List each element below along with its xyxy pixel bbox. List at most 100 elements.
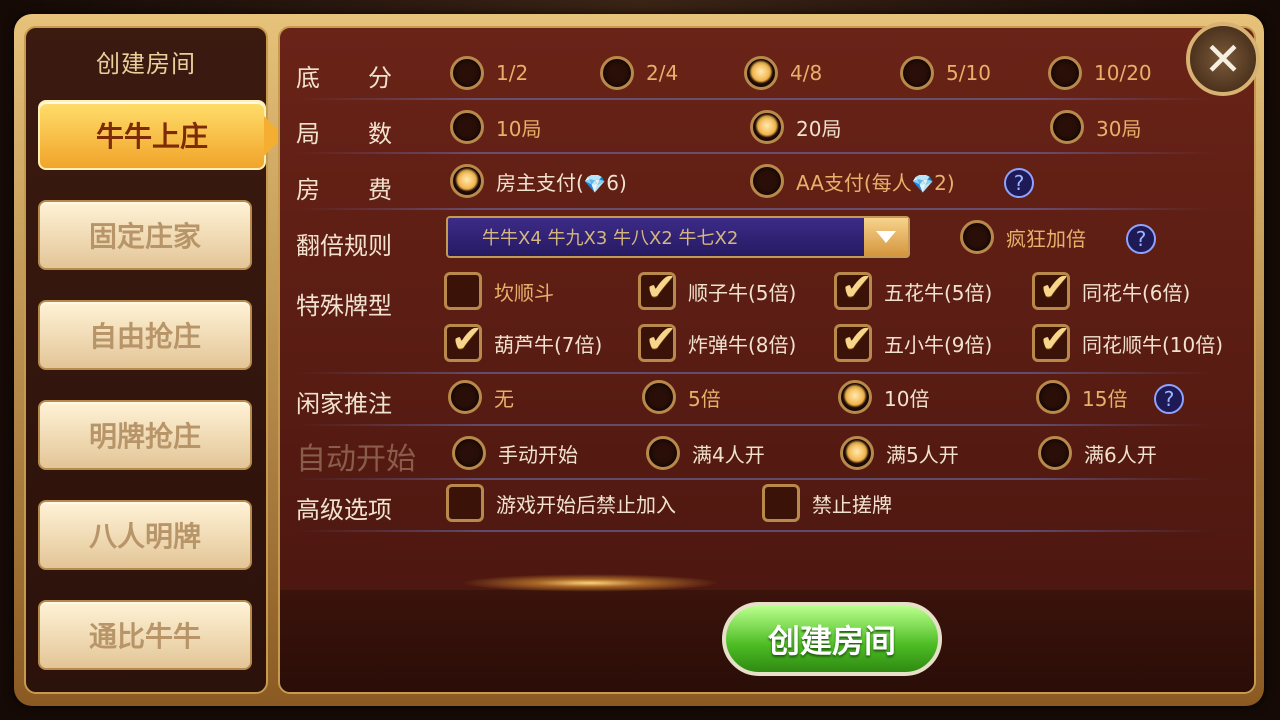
checkbox-wuxiao[interactable]: 五小牛(9倍) <box>834 317 992 362</box>
option-label: 手动开始 <box>498 442 578 467</box>
option-label: 满4人开 <box>692 442 765 467</box>
radio-icon <box>838 380 872 414</box>
radio-icon <box>450 164 484 198</box>
option-label: 15倍 <box>1082 386 1128 411</box>
radio-fee-owner[interactable]: 房主支付(💎6) <box>450 164 627 198</box>
radio-start-4[interactable]: 满4人开 <box>646 436 765 470</box>
fee-aa-prefix: AA支付(每人 <box>796 170 912 195</box>
sidebar-item-free-grab[interactable]: 自由抢庄 <box>38 300 252 370</box>
label-push-bet: 闲家推注 <box>296 390 392 418</box>
divider <box>296 208 1214 210</box>
checkbox-hulu[interactable]: 葫芦牛(7倍) <box>444 317 602 362</box>
radio-push-15x[interactable]: 15倍 <box>1036 380 1127 414</box>
radio-start-5[interactable]: 满5人开 <box>840 436 959 470</box>
radio-start-6[interactable]: 满6人开 <box>1038 436 1157 470</box>
radio-icon <box>600 56 634 90</box>
radio-icon <box>646 436 680 470</box>
option-label: 10倍 <box>884 386 930 411</box>
radio-icon <box>450 56 484 90</box>
sidebar-item-label: 自由抢庄 <box>88 320 201 353</box>
option-label: 满5人开 <box>886 442 959 467</box>
checkbox-tonghuashun[interactable]: 同花顺牛(10倍) <box>1032 317 1224 362</box>
divider <box>296 98 1214 100</box>
multiplier-value: 牛牛X4 牛九X3 牛八X2 牛七X2 <box>482 228 739 249</box>
divider <box>296 478 1214 480</box>
option-label: 20局 <box>796 116 842 141</box>
label-special-hands: 特殊牌型 <box>296 292 392 320</box>
multiplier-select[interactable]: 牛牛X4 牛九X3 牛八X2 牛七X2 <box>446 216 910 258</box>
checkbox-tonghua[interactable]: 同花牛(6倍) <box>1032 265 1190 310</box>
option-label: 5倍 <box>688 386 721 411</box>
radio-icon <box>960 220 994 254</box>
option-label: 1/2 <box>496 61 529 85</box>
option-label: 4/8 <box>790 61 823 85</box>
checkbox-shunzi[interactable]: 顺子牛(5倍) <box>638 265 797 310</box>
checkbox-wuhua[interactable]: 五花牛(5倍) <box>834 265 993 310</box>
close-button[interactable]: ✕ <box>1186 22 1260 96</box>
radio-icon <box>750 164 784 198</box>
option-label: 10/20 <box>1094 61 1152 85</box>
sidebar-title: 创建房间 <box>96 50 196 78</box>
light-glow <box>460 574 720 592</box>
sidebar-item-label: 八人明牌 <box>88 520 201 553</box>
option-label: 游戏开始后禁止加入 <box>496 492 676 517</box>
radio-base-10-20[interactable]: 10/20 <box>1048 56 1152 90</box>
sidebar-item-eight-open[interactable]: 八人明牌 <box>38 500 252 570</box>
label-base-score: 底 分 <box>296 64 392 92</box>
mode-sidebar: 创建房间 牛牛上庄 固定庄家 自由抢庄 明牌抢庄 八人明牌 通比牛牛 <box>24 26 284 694</box>
settings-panel: 底 分 1/2 2/4 4/8 5/10 10/20 局 数 10局 20局 3… <box>278 26 1256 694</box>
create-room-button[interactable]: 创建房间 <box>722 602 942 676</box>
sidebar-item-fixed-banker[interactable]: 固定庄家 <box>38 200 252 270</box>
checkbox-no-card-rub[interactable]: 禁止搓牌 <box>762 484 892 522</box>
sidebar-item-tongbi[interactable]: 通比牛牛 <box>38 600 252 670</box>
option-label: 同花顺牛(10倍) <box>1082 332 1224 357</box>
checkbox-kanshundou[interactable]: 坎顺斗 <box>444 272 554 310</box>
label-rounds: 局 数 <box>296 120 392 148</box>
option-label: 疯狂加倍 <box>1006 226 1086 251</box>
radio-fee-aa[interactable]: AA支付(每人💎2) <box>750 164 955 198</box>
radio-icon <box>750 110 784 144</box>
divider <box>296 424 1214 426</box>
radio-base-2-4[interactable]: 2/4 <box>600 56 678 90</box>
radio-base-5-10[interactable]: 5/10 <box>900 56 991 90</box>
divider <box>296 152 1214 154</box>
radio-icon <box>840 436 874 470</box>
help-icon[interactable]: ? <box>1154 384 1184 414</box>
help-icon[interactable]: ? <box>1004 168 1034 198</box>
option-label: 5/10 <box>946 61 991 85</box>
fee-aa-value: 2) <box>934 170 955 195</box>
checkbox-icon <box>444 272 482 310</box>
help-icon[interactable]: ? <box>1126 224 1156 254</box>
radio-icon <box>900 56 934 90</box>
radio-base-1-2[interactable]: 1/2 <box>450 56 528 90</box>
option-label: 禁止搓牌 <box>812 492 892 517</box>
option-label: 五花牛(5倍) <box>884 280 993 305</box>
radio-rounds-10[interactable]: 10局 <box>450 110 541 144</box>
radio-start-manual[interactable]: 手动开始 <box>452 436 578 470</box>
label-multiplier: 翻倍规则 <box>296 232 392 260</box>
option-label: 坎顺斗 <box>494 280 554 305</box>
radio-push-5x[interactable]: 5倍 <box>642 380 721 414</box>
checkbox-zhadan[interactable]: 炸弹牛(8倍) <box>638 317 796 362</box>
checkbox-no-join-after-start[interactable]: 游戏开始后禁止加入 <box>446 484 676 522</box>
checkbox-icon <box>834 265 873 310</box>
radio-icon <box>450 110 484 144</box>
radio-crazy-double[interactable]: 疯狂加倍 <box>960 220 1086 254</box>
option-label: AA支付(每人💎2) <box>796 167 955 196</box>
sidebar-item-niuniu-shangzhuang[interactable]: 牛牛上庄 <box>38 100 284 170</box>
radio-rounds-30[interactable]: 30局 <box>1050 110 1141 144</box>
sidebar-item-open-grab[interactable]: 明牌抢庄 <box>38 400 252 470</box>
checkbox-icon <box>834 317 873 362</box>
sidebar-item-label: 牛牛上庄 <box>95 120 208 153</box>
chevron-down-icon[interactable] <box>864 218 908 256</box>
radio-push-none[interactable]: 无 <box>448 380 514 414</box>
radio-base-4-8[interactable]: 4/8 <box>744 56 822 90</box>
sidebar-item-label: 固定庄家 <box>88 220 201 253</box>
checkbox-icon <box>638 265 677 310</box>
radio-push-10x[interactable]: 10倍 <box>838 380 929 414</box>
radio-icon <box>642 380 676 414</box>
option-label: 顺子牛(5倍) <box>688 280 797 305</box>
option-label: 满6人开 <box>1084 442 1157 467</box>
radio-rounds-20[interactable]: 20局 <box>750 110 841 144</box>
label-advanced: 高级选项 <box>296 496 392 524</box>
